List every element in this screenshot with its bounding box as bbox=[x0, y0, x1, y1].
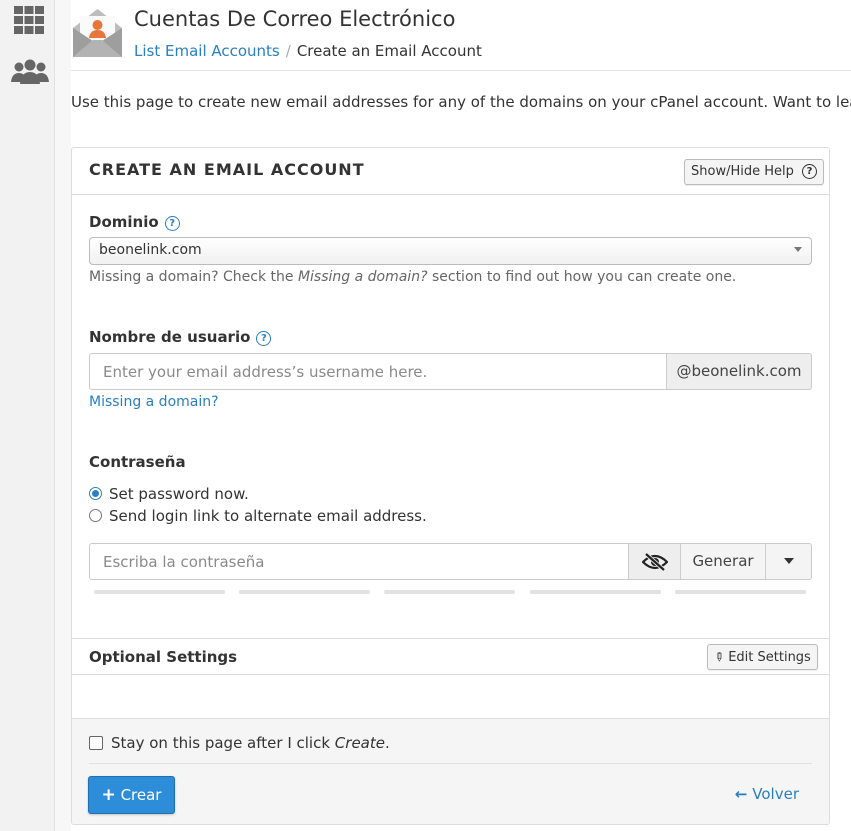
username-label-text: Nombre de usuario bbox=[89, 328, 251, 346]
stay-on-page-suffix: . bbox=[384, 734, 390, 752]
stay-on-page-emphasis: Create bbox=[334, 734, 385, 752]
back-link[interactable]: ← Volver bbox=[735, 785, 799, 803]
breadcrumb-separator: / bbox=[285, 42, 291, 60]
arrow-left-icon: ← bbox=[734, 785, 748, 803]
intro-text: Use this page to create new email addres… bbox=[71, 93, 851, 111]
create-button-label: Crear bbox=[120, 786, 162, 804]
domain-select[interactable]: beonelink.com bbox=[89, 237, 812, 265]
users-icon[interactable] bbox=[10, 58, 49, 88]
strength-meter-segment bbox=[94, 590, 225, 594]
radio-unchecked-icon bbox=[89, 509, 102, 522]
domain-label-text: Dominio bbox=[89, 213, 159, 231]
username-help-icon[interactable]: ? bbox=[256, 331, 272, 346]
domain-hint: Missing a domain? Check the Missing a do… bbox=[89, 269, 736, 285]
back-link-label: Volver bbox=[752, 785, 799, 803]
missing-domain-link[interactable]: Missing a domain? bbox=[89, 394, 219, 410]
domain-hint-prefix: Missing a domain? Check the bbox=[89, 269, 298, 285]
username-label: Nombre de usuario? bbox=[89, 328, 272, 346]
toggle-password-visibility-button[interactable] bbox=[628, 543, 681, 580]
domain-label: Dominio? bbox=[89, 213, 180, 231]
strength-meter-segment bbox=[530, 590, 661, 594]
left-sidebar bbox=[0, 0, 55, 831]
breadcrumb-current: Create an Email Account bbox=[296, 42, 482, 60]
breadcrumb-link-list-email-accounts[interactable]: List Email Accounts bbox=[134, 42, 280, 60]
caret-down-icon bbox=[783, 558, 794, 564]
radio-send-login-link[interactable]: Send login link to alternate email addre… bbox=[89, 507, 427, 525]
checkbox-unchecked-icon bbox=[89, 736, 103, 750]
edit-settings-label: Edit Settings bbox=[728, 650, 811, 665]
domain-help-icon[interactable]: ? bbox=[164, 216, 180, 231]
radio-send-login-label: Send login link to alternate email addre… bbox=[109, 507, 427, 525]
show-hide-help-button[interactable]: Show/Hide Help ? bbox=[684, 159, 825, 185]
eye-slash-icon bbox=[640, 552, 669, 572]
grid-icon[interactable] bbox=[10, 6, 48, 36]
domain-suffix-addon: @beonelink.com bbox=[666, 353, 812, 390]
section-divider bbox=[72, 638, 829, 639]
radio-set-password-now[interactable]: Set password now. bbox=[89, 485, 249, 503]
email-accounts-icon bbox=[71, 6, 124, 59]
domain-hint-emphasis: Missing a domain? bbox=[297, 269, 428, 285]
domain-select-value: beonelink.com bbox=[99, 242, 202, 258]
stay-on-page-prefix: Stay on this page after I click bbox=[111, 734, 335, 752]
panel-footer: Stay on this page after I click Create. … bbox=[72, 718, 829, 824]
plus-icon: + bbox=[101, 785, 116, 805]
password-input[interactable] bbox=[89, 543, 629, 580]
strength-meter-segment bbox=[384, 590, 515, 594]
stay-on-page-checkbox[interactable]: Stay on this page after I click Create. bbox=[89, 734, 390, 752]
strength-meter-segment bbox=[675, 590, 806, 594]
page-title: Cuentas De Correo Electrónico bbox=[134, 7, 456, 31]
create-button[interactable]: + Crear bbox=[88, 776, 175, 814]
radio-checked-icon bbox=[89, 487, 102, 500]
question-circle-icon: ? bbox=[802, 164, 818, 179]
strength-meter-segment bbox=[239, 590, 370, 594]
header-divider bbox=[71, 70, 851, 71]
breadcrumb: List Email Accounts / Create an Email Acco… bbox=[134, 42, 482, 60]
content-gutter bbox=[55, 0, 71, 831]
edit-settings-button[interactable]: ✎ Edit Settings bbox=[707, 644, 818, 670]
optional-settings-label: Optional Settings bbox=[89, 648, 238, 666]
username-input[interactable] bbox=[89, 353, 667, 390]
panel-header: CREATE AN EMAIL ACCOUNT Show/Hide Help ? bbox=[72, 148, 829, 195]
create-email-panel: CREATE AN EMAIL ACCOUNT Show/Hide Help ?… bbox=[71, 147, 830, 825]
footer-divider bbox=[89, 763, 812, 764]
chevron-down-icon bbox=[794, 247, 802, 252]
section-divider bbox=[72, 674, 829, 675]
generate-options-dropdown[interactable] bbox=[765, 543, 812, 580]
password-label: Contraseña bbox=[89, 453, 186, 471]
radio-set-password-label: Set password now. bbox=[109, 485, 249, 503]
panel-title: CREATE AN EMAIL ACCOUNT bbox=[89, 160, 365, 179]
domain-hint-suffix: section to find out how you can create o… bbox=[427, 269, 737, 285]
show-hide-help-label: Show/Hide Help bbox=[691, 164, 794, 179]
generate-password-button[interactable]: Generar bbox=[680, 543, 766, 580]
